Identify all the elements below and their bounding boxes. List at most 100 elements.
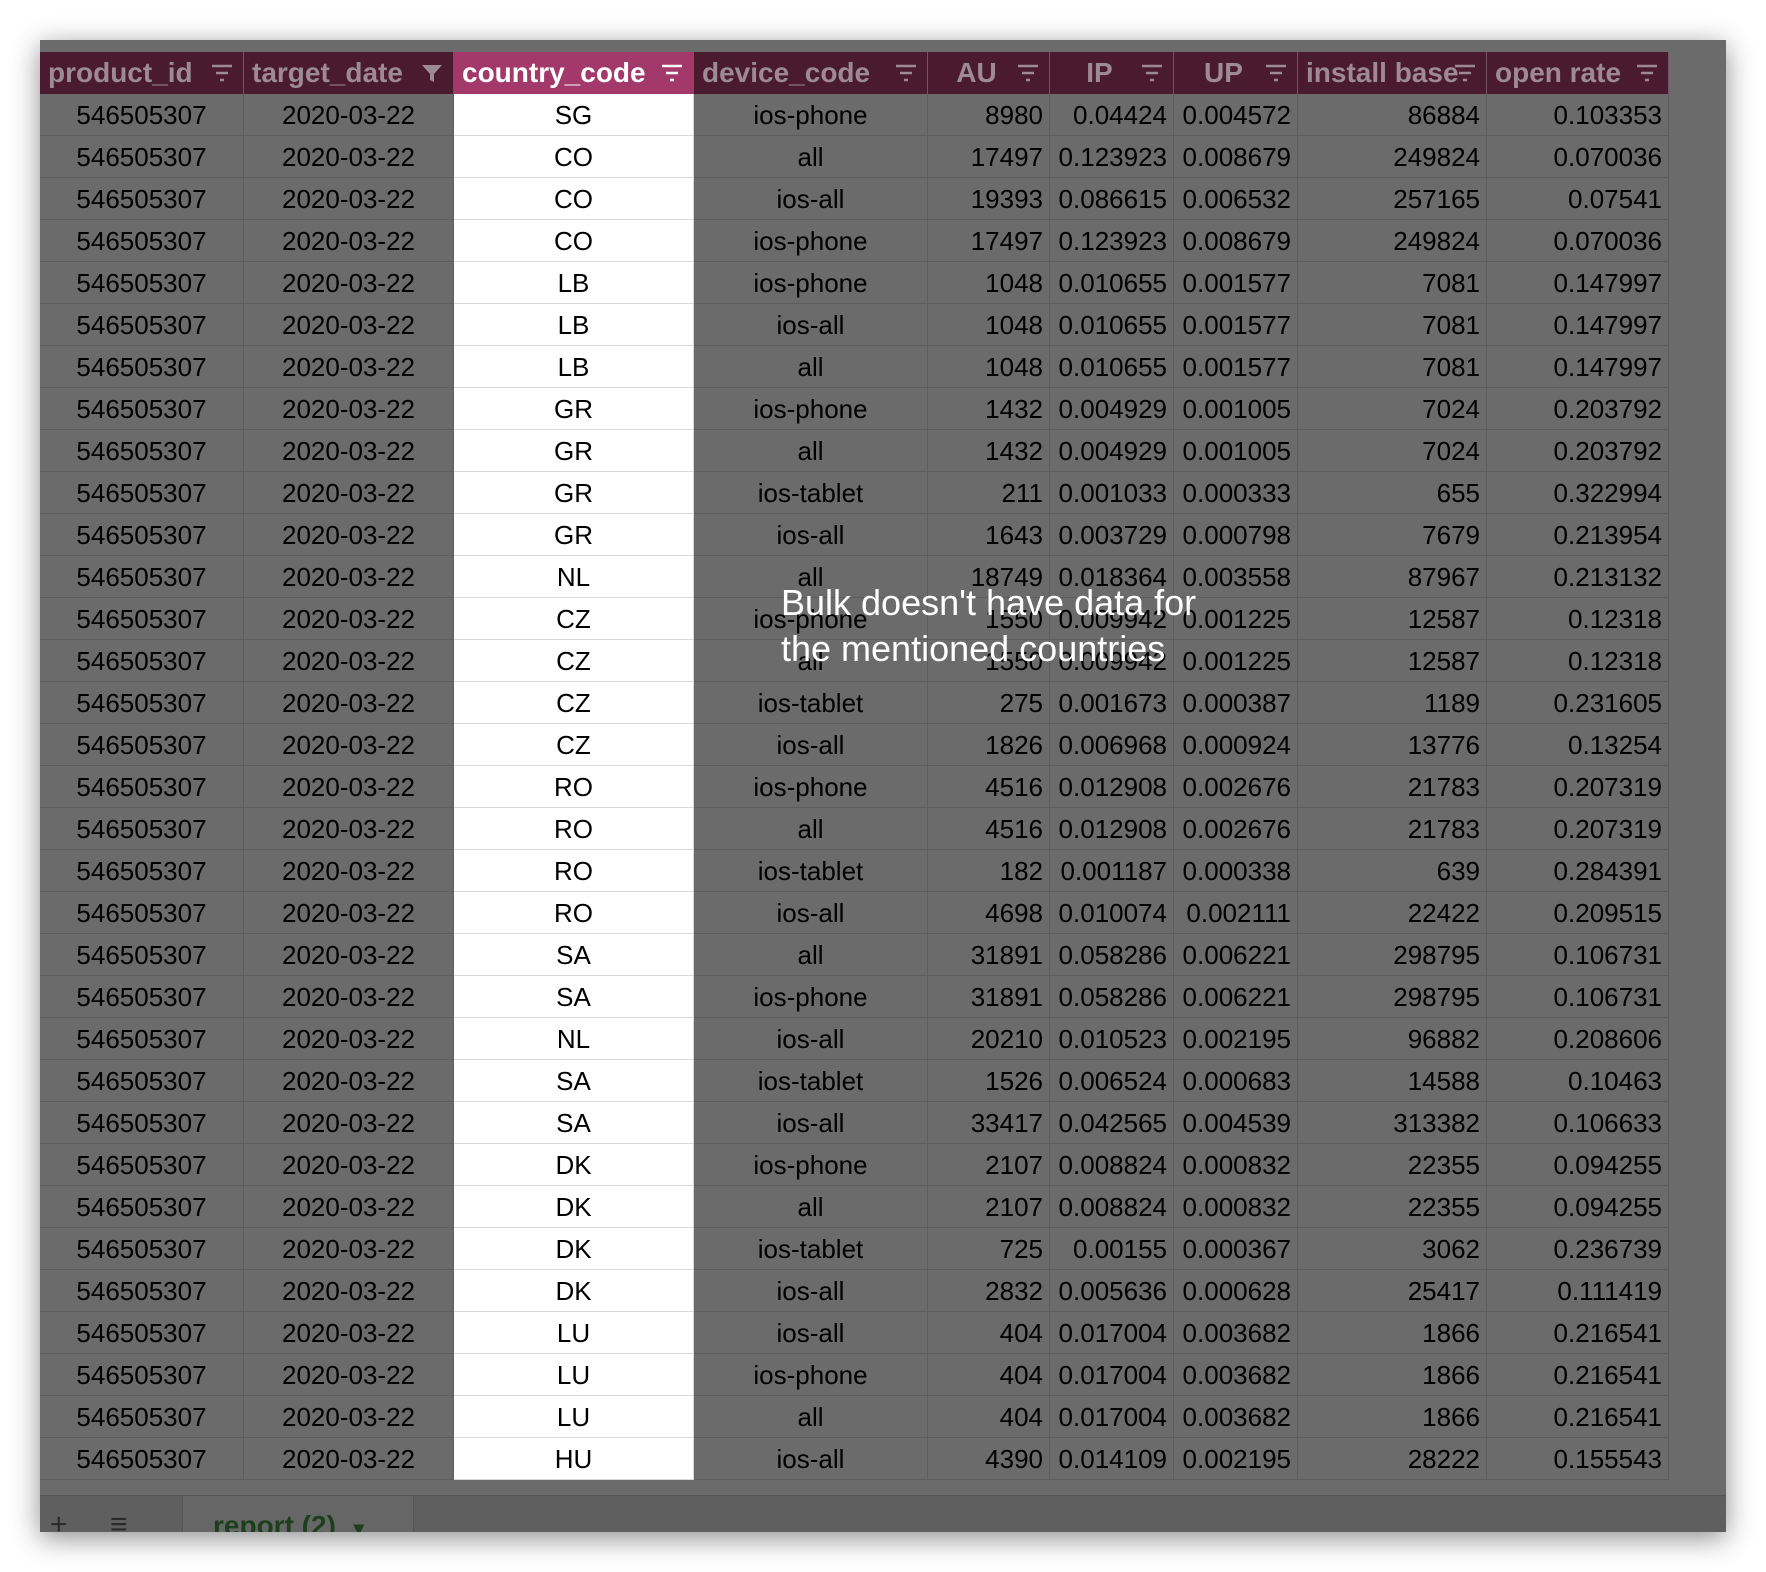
cell-open-rate[interactable]: 0.12318	[1487, 598, 1669, 640]
cell-country-code[interactable]: SA	[454, 1102, 694, 1144]
cell-target-date[interactable]: 2020-03-22	[244, 1396, 454, 1438]
cell-install-base[interactable]: 28222	[1298, 1438, 1487, 1480]
cell-ip[interactable]: 0.014109	[1050, 1438, 1174, 1480]
cell-au[interactable]: 2107	[928, 1186, 1050, 1228]
cell-target-date[interactable]: 2020-03-22	[244, 514, 454, 556]
sheet-tab-report-2[interactable]: report (2) ▾	[182, 1496, 414, 1532]
cell-open-rate[interactable]: 0.07541	[1487, 178, 1669, 220]
cell-install-base[interactable]: 7679	[1298, 514, 1487, 556]
cell-device-code[interactable]: ios-phone	[694, 94, 928, 136]
filter-icon[interactable]	[1141, 63, 1163, 83]
cell-install-base[interactable]: 1866	[1298, 1312, 1487, 1354]
cell-install-base[interactable]: 298795	[1298, 976, 1487, 1018]
cell-au[interactable]: 4698	[928, 892, 1050, 934]
cell-up[interactable]: 0.000387	[1174, 682, 1298, 724]
cell-ip[interactable]: 0.008824	[1050, 1144, 1174, 1186]
cell-country-code[interactable]: RO	[454, 892, 694, 934]
filter-icon[interactable]	[895, 63, 917, 83]
cell-open-rate[interactable]: 0.106633	[1487, 1102, 1669, 1144]
cell-install-base[interactable]: 12587	[1298, 598, 1487, 640]
cell-target-date[interactable]: 2020-03-22	[244, 1312, 454, 1354]
cell-target-date[interactable]: 2020-03-22	[244, 598, 454, 640]
cell-ip[interactable]: 0.006968	[1050, 724, 1174, 766]
cell-open-rate[interactable]: 0.13254	[1487, 724, 1669, 766]
cell-ip[interactable]: 0.058286	[1050, 934, 1174, 976]
cell-up[interactable]: 0.004572	[1174, 94, 1298, 136]
cell-open-rate[interactable]: 0.207319	[1487, 766, 1669, 808]
cell-open-rate[interactable]: 0.322994	[1487, 472, 1669, 514]
cell-target-date[interactable]: 2020-03-22	[244, 934, 454, 976]
cell-ip[interactable]: 0.123923	[1050, 136, 1174, 178]
cell-open-rate[interactable]: 0.070036	[1487, 136, 1669, 178]
add-sheet-icon[interactable]: +	[50, 1510, 68, 1533]
cell-country-code[interactable]: GR	[454, 430, 694, 472]
cell-au[interactable]: 1432	[928, 430, 1050, 472]
cell-au[interactable]: 17497	[928, 220, 1050, 262]
cell-target-date[interactable]: 2020-03-22	[244, 388, 454, 430]
cell-open-rate[interactable]: 0.207319	[1487, 808, 1669, 850]
cell-install-base[interactable]: 257165	[1298, 178, 1487, 220]
cell-open-rate[interactable]: 0.209515	[1487, 892, 1669, 934]
cell-device-code[interactable]: ios-phone	[694, 1144, 928, 1186]
cell-product-id[interactable]: 546505307	[40, 1186, 244, 1228]
cell-product-id[interactable]: 546505307	[40, 850, 244, 892]
cell-country-code[interactable]: RO	[454, 850, 694, 892]
cell-up[interactable]: 0.004539	[1174, 1102, 1298, 1144]
cell-ip[interactable]: 0.005636	[1050, 1270, 1174, 1312]
cell-up[interactable]: 0.000338	[1174, 850, 1298, 892]
cell-install-base[interactable]: 7081	[1298, 346, 1487, 388]
cell-country-code[interactable]: DK	[454, 1270, 694, 1312]
cell-au[interactable]: 1826	[928, 724, 1050, 766]
cell-country-code[interactable]: LB	[454, 304, 694, 346]
cell-up[interactable]: 0.006532	[1174, 178, 1298, 220]
cell-product-id[interactable]: 546505307	[40, 1312, 244, 1354]
cell-au[interactable]: 404	[928, 1396, 1050, 1438]
cell-product-id[interactable]: 546505307	[40, 892, 244, 934]
cell-country-code[interactable]: SA	[454, 1060, 694, 1102]
filter-icon[interactable]	[661, 63, 683, 83]
cell-country-code[interactable]: SA	[454, 934, 694, 976]
cell-target-date[interactable]: 2020-03-22	[244, 346, 454, 388]
cell-country-code[interactable]: CZ	[454, 724, 694, 766]
cell-product-id[interactable]: 546505307	[40, 1228, 244, 1270]
cell-product-id[interactable]: 546505307	[40, 430, 244, 472]
cell-au[interactable]: 211	[928, 472, 1050, 514]
cell-install-base[interactable]: 249824	[1298, 220, 1487, 262]
cell-up[interactable]: 0.006221	[1174, 934, 1298, 976]
cell-device-code[interactable]: ios-all	[694, 1102, 928, 1144]
cell-device-code[interactable]: all	[694, 1396, 928, 1438]
cell-device-code[interactable]: ios-phone	[694, 766, 928, 808]
cell-product-id[interactable]: 546505307	[40, 724, 244, 766]
filter-icon[interactable]	[1636, 63, 1658, 83]
cell-ip[interactable]: 0.004929	[1050, 430, 1174, 472]
cell-au[interactable]: 1526	[928, 1060, 1050, 1102]
cell-au[interactable]: 8980	[928, 94, 1050, 136]
cell-product-id[interactable]: 546505307	[40, 178, 244, 220]
cell-country-code[interactable]: CZ	[454, 598, 694, 640]
cell-country-code[interactable]: SG	[454, 94, 694, 136]
cell-install-base[interactable]: 22355	[1298, 1186, 1487, 1228]
cell-ip[interactable]: 0.003729	[1050, 514, 1174, 556]
cell-install-base[interactable]: 87967	[1298, 556, 1487, 598]
cell-product-id[interactable]: 546505307	[40, 556, 244, 598]
cell-device-code[interactable]: ios-phone	[694, 1354, 928, 1396]
cell-product-id[interactable]: 546505307	[40, 1438, 244, 1480]
cell-country-code[interactable]: HU	[454, 1438, 694, 1480]
cell-open-rate[interactable]: 0.213954	[1487, 514, 1669, 556]
cell-country-code[interactable]: CO	[454, 178, 694, 220]
cell-target-date[interactable]: 2020-03-22	[244, 640, 454, 682]
cell-target-date[interactable]: 2020-03-22	[244, 430, 454, 472]
cell-au[interactable]: 2107	[928, 1144, 1050, 1186]
column-header-product-id[interactable]: product_id	[40, 52, 244, 94]
cell-country-code[interactable]: RO	[454, 808, 694, 850]
cell-target-date[interactable]: 2020-03-22	[244, 136, 454, 178]
cell-au[interactable]: 1643	[928, 514, 1050, 556]
cell-device-code[interactable]: ios-all	[694, 1438, 928, 1480]
cell-device-code[interactable]: ios-phone	[694, 388, 928, 430]
cell-target-date[interactable]: 2020-03-22	[244, 304, 454, 346]
cell-up[interactable]: 0.000367	[1174, 1228, 1298, 1270]
cell-device-code[interactable]: ios-phone	[694, 262, 928, 304]
cell-ip[interactable]: 0.042565	[1050, 1102, 1174, 1144]
cell-install-base[interactable]: 14588	[1298, 1060, 1487, 1102]
cell-target-date[interactable]: 2020-03-22	[244, 1270, 454, 1312]
